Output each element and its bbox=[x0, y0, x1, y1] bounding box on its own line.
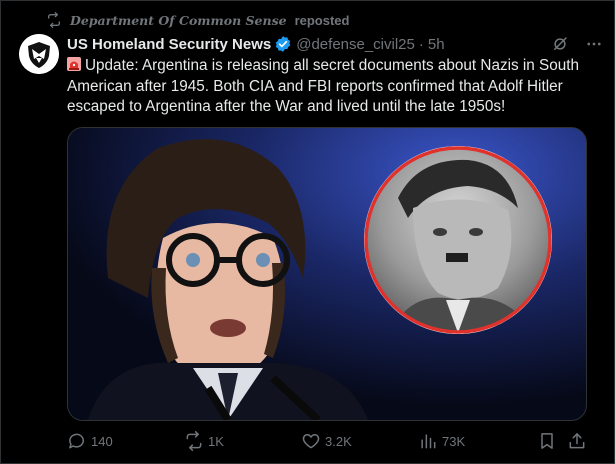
user-handle[interactable]: @defense_civil25 bbox=[296, 36, 415, 53]
tweet-header: US Homeland Security News @defense_civil… bbox=[67, 33, 603, 55]
share-button[interactable] bbox=[567, 431, 587, 451]
display-name[interactable]: US Homeland Security News bbox=[67, 36, 271, 53]
siren-icon bbox=[67, 57, 81, 71]
like-count: 3.2K bbox=[325, 433, 352, 449]
grok-icon[interactable] bbox=[551, 35, 569, 53]
shield-eagle-logo bbox=[19, 34, 59, 74]
heart-icon bbox=[301, 431, 321, 451]
tweet-body: Update: Argentina is releasing all secre… bbox=[67, 57, 580, 115]
repost-count: 1K bbox=[208, 433, 224, 449]
bookmark-button[interactable] bbox=[537, 431, 557, 451]
reposter-name[interactable]: Department Of Common Sense bbox=[70, 13, 287, 28]
repost-icon bbox=[46, 12, 62, 28]
bookmark-icon bbox=[537, 431, 557, 451]
reply-icon bbox=[67, 431, 87, 451]
view-count: 73K bbox=[442, 433, 466, 449]
share-icon bbox=[567, 431, 587, 451]
analytics-icon bbox=[418, 431, 438, 451]
repost-button[interactable]: 1K bbox=[184, 431, 224, 451]
reply-count: 140 bbox=[91, 433, 113, 449]
verified-badge-icon[interactable] bbox=[274, 35, 292, 53]
reply-button[interactable]: 140 bbox=[67, 431, 113, 451]
repost-suffix: reposted bbox=[294, 12, 350, 28]
tweet-text: Update: Argentina is releasing all secre… bbox=[67, 56, 597, 118]
views-button[interactable]: 73K bbox=[418, 431, 465, 451]
like-button[interactable]: 3.2K bbox=[301, 431, 352, 451]
avatar[interactable] bbox=[19, 34, 59, 74]
timestamp[interactable]: 5h bbox=[428, 36, 445, 53]
tweet-media[interactable] bbox=[67, 127, 587, 421]
repost-action-icon bbox=[184, 431, 204, 451]
more-options-icon[interactable] bbox=[585, 35, 603, 53]
repost-context[interactable]: Department Of Common Sense reposted bbox=[46, 10, 349, 30]
action-bar: 140 1K 3.2K 73K bbox=[67, 428, 589, 454]
photo-illustration bbox=[68, 128, 586, 420]
separator-dot: · bbox=[418, 35, 424, 53]
